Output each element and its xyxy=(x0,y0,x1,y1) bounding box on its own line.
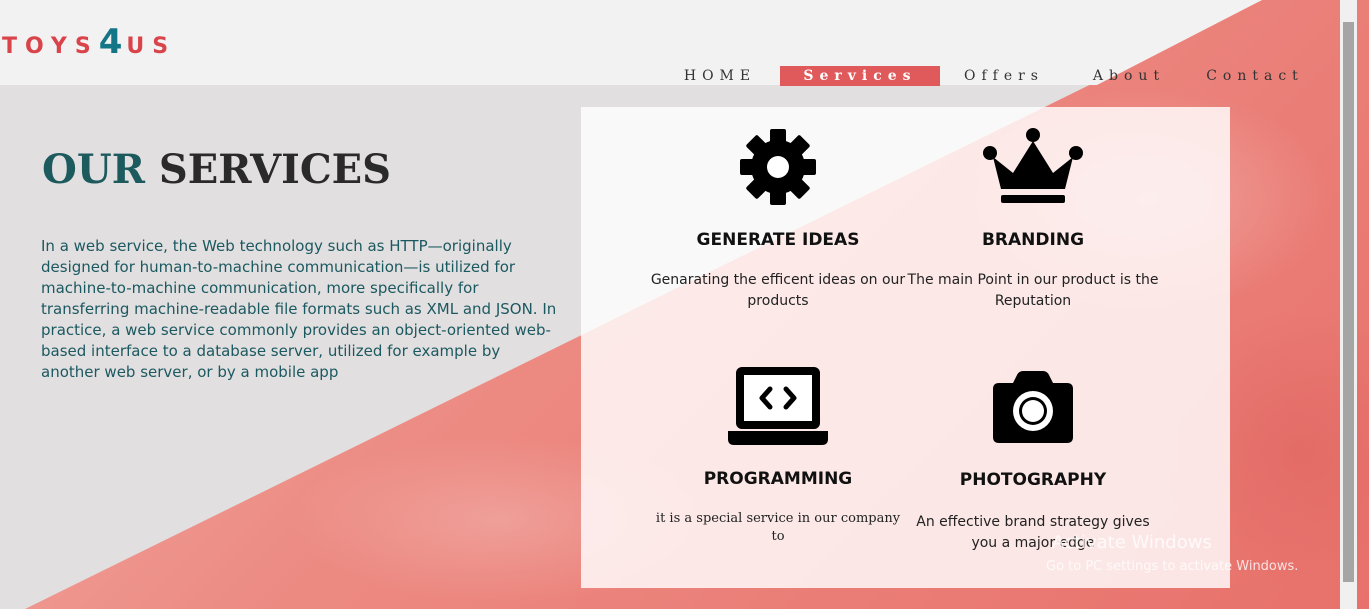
logo[interactable]: TOYS4US xyxy=(2,22,176,62)
logo-text-four: 4 xyxy=(98,22,127,62)
crown-icon xyxy=(983,128,1083,203)
services-panel: GENERATE IDEAS Genarating the efficent i… xyxy=(581,107,1230,588)
service-text: it is a special service in our company t… xyxy=(655,511,901,544)
logo-text-post: US xyxy=(126,34,177,59)
service-card-generate-ideas: GENERATE IDEAS Genarating the efficent i… xyxy=(648,127,908,309)
nav-home[interactable]: HOME xyxy=(660,66,780,86)
service-card-photography: PHOTOGRAPHY An effective brand strategy … xyxy=(903,369,1163,551)
page-title-services: SERVICES xyxy=(158,146,392,193)
nav-services[interactable]: Services xyxy=(780,66,940,86)
vertical-scrollbar[interactable] xyxy=(1340,0,1357,609)
service-title: BRANDING xyxy=(981,230,1085,250)
service-title: PHOTOGRAPHY xyxy=(959,470,1107,490)
nav-offers[interactable]: Offers xyxy=(940,66,1068,86)
camera-icon xyxy=(993,371,1073,443)
laptop-code-icon xyxy=(728,367,828,445)
services-description: In a web service, the Web technology suc… xyxy=(41,237,557,381)
nav-about[interactable]: About xyxy=(1068,66,1190,86)
scrollbar-thumb[interactable] xyxy=(1343,22,1354,582)
service-title: PROGRAMMING xyxy=(703,469,853,489)
main-nav: HOME Services Offers About Contact xyxy=(660,66,1320,86)
watermark-subtitle: Go to PC settings to activate Windows. xyxy=(1046,559,1299,574)
service-text: Genarating the efficent ideas on our pro… xyxy=(650,272,906,309)
activate-windows-watermark: Activate Windows Go to PC settings to ac… xyxy=(1046,532,1298,574)
service-card-branding: BRANDING The main Point in our product i… xyxy=(903,127,1163,309)
nav-contact[interactable]: Contact xyxy=(1190,66,1320,86)
page-title-our: OUR xyxy=(42,146,145,193)
page-title: OUR SERVICES xyxy=(42,146,391,193)
service-card-programming: PROGRAMMING it is a special service in o… xyxy=(648,365,908,544)
watermark-title: Activate Windows xyxy=(1052,532,1212,553)
logo-text-pre: TOYS xyxy=(2,34,99,59)
service-text: The main Point in our product is the Rep… xyxy=(907,272,1159,309)
service-title: GENERATE IDEAS xyxy=(696,230,860,250)
gear-icon xyxy=(740,129,816,205)
